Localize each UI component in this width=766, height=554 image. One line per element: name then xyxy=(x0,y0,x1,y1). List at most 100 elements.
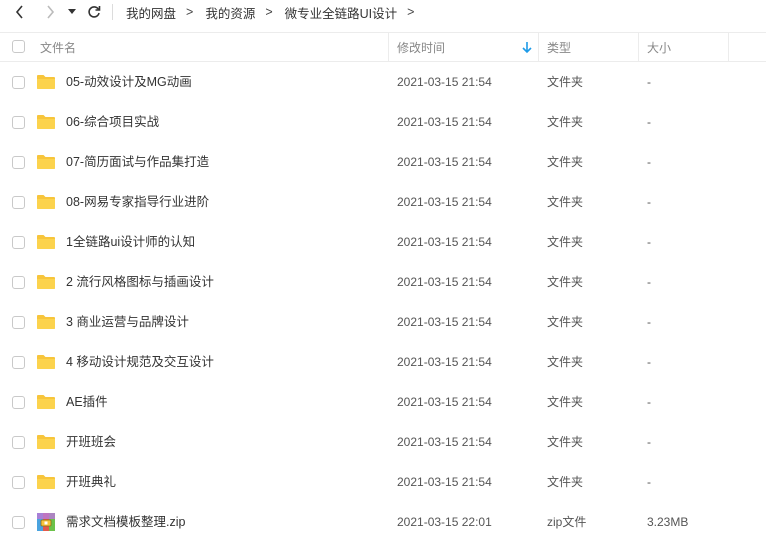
file-size: - xyxy=(647,155,651,169)
file-name[interactable]: 开班班会 xyxy=(66,422,116,462)
row-checkbox[interactable] xyxy=(12,476,25,489)
folder-icon xyxy=(37,235,55,249)
column-divider xyxy=(638,33,639,61)
file-type: 文件夹 xyxy=(547,395,584,409)
row-checkbox[interactable] xyxy=(12,516,25,529)
file-name[interactable]: 4 移动设计规范及交互设计 xyxy=(66,342,214,382)
file-size: - xyxy=(647,315,651,329)
back-button[interactable] xyxy=(10,2,30,22)
column-divider xyxy=(538,33,539,61)
row-checkbox[interactable] xyxy=(12,316,25,329)
breadcrumb-separator: > xyxy=(186,5,194,19)
row-checkbox[interactable] xyxy=(12,116,25,129)
folder-icon xyxy=(37,75,55,89)
file-row[interactable]: 需求文档模板整理.zip 2021-03-15 22:01 zip文件 3.23… xyxy=(0,502,766,542)
breadcrumb-item-my-drive[interactable]: 我的网盘 xyxy=(126,3,176,22)
row-checkbox[interactable] xyxy=(12,236,25,249)
toolbar: 我的网盘 > 我的资源 > 微专业全链路UI设计 > xyxy=(0,0,766,24)
breadcrumb-separator: > xyxy=(265,5,273,19)
row-checkbox[interactable] xyxy=(12,276,25,289)
file-name[interactable]: 06-综合项目实战 xyxy=(66,102,159,142)
file-modified-time: 2021-03-15 21:54 xyxy=(397,115,492,129)
breadcrumb-item-my-resources[interactable]: 我的资源 xyxy=(205,3,255,22)
file-modified-time: 2021-03-15 21:54 xyxy=(397,275,492,289)
refresh-icon xyxy=(88,6,101,18)
file-name[interactable]: 05-动效设计及MG动画 xyxy=(66,62,192,102)
file-modified-time: 2021-03-15 21:54 xyxy=(397,235,492,249)
file-type: 文件夹 xyxy=(547,235,584,249)
row-checkbox[interactable] xyxy=(12,356,25,369)
history-dropdown-button[interactable] xyxy=(64,2,80,22)
column-divider xyxy=(728,33,729,61)
file-modified-time: 2021-03-15 21:54 xyxy=(397,195,492,209)
file-name[interactable]: 07-简历面试与作品集打造 xyxy=(66,142,209,182)
file-type: 文件夹 xyxy=(547,475,584,489)
column-header-size[interactable]: 大小 xyxy=(647,33,671,61)
file-name[interactable]: 需求文档模板整理.zip xyxy=(66,502,185,542)
file-type: 文件夹 xyxy=(547,115,584,129)
file-row[interactable]: 开班典礼 2021-03-15 21:54 文件夹 - xyxy=(0,462,766,502)
file-row[interactable]: 3 商业运营与品牌设计 2021-03-15 21:54 文件夹 - xyxy=(0,302,766,342)
folder-icon xyxy=(37,315,55,329)
file-list: 05-动效设计及MG动画 2021-03-15 21:54 文件夹 - 06-综… xyxy=(0,62,766,542)
file-size: - xyxy=(647,275,651,289)
row-checkbox[interactable] xyxy=(12,196,25,209)
file-row[interactable]: 07-简历面试与作品集打造 2021-03-15 21:54 文件夹 - xyxy=(0,142,766,182)
column-header-mtime[interactable]: 修改时间 xyxy=(397,33,445,61)
caret-down-icon xyxy=(68,9,76,14)
file-type: 文件夹 xyxy=(547,195,584,209)
file-size: - xyxy=(647,235,651,249)
row-checkbox[interactable] xyxy=(12,436,25,449)
file-name[interactable]: 1全链路ui设计师的认知 xyxy=(66,222,195,262)
breadcrumb-item-current-folder[interactable]: 微专业全链路UI设计 xyxy=(285,3,398,22)
file-modified-time: 2021-03-15 21:54 xyxy=(397,155,492,169)
sort-down-arrow-icon[interactable] xyxy=(522,42,532,54)
column-header-type[interactable]: 类型 xyxy=(547,33,571,61)
file-row[interactable]: 06-综合项目实战 2021-03-15 21:54 文件夹 - xyxy=(0,102,766,142)
file-type: 文件夹 xyxy=(547,355,584,369)
file-size: - xyxy=(647,195,651,209)
file-row[interactable]: 开班班会 2021-03-15 21:54 文件夹 - xyxy=(0,422,766,462)
select-all-checkbox[interactable] xyxy=(12,40,25,53)
refresh-button[interactable] xyxy=(84,2,104,22)
file-name[interactable]: 开班典礼 xyxy=(66,462,116,502)
forward-button[interactable] xyxy=(40,2,60,22)
row-checkbox[interactable] xyxy=(12,156,25,169)
file-modified-time: 2021-03-15 21:54 xyxy=(397,475,492,489)
file-modified-time: 2021-03-15 21:54 xyxy=(397,435,492,449)
folder-icon xyxy=(37,475,55,489)
column-divider xyxy=(388,33,389,61)
row-checkbox[interactable] xyxy=(12,396,25,409)
file-name[interactable]: 2 流行风格图标与插画设计 xyxy=(66,262,214,302)
folder-icon xyxy=(37,275,55,289)
toolbar-divider xyxy=(112,4,113,20)
file-size: 3.23MB xyxy=(647,515,689,529)
file-name[interactable]: AE插件 xyxy=(66,382,108,422)
file-type: 文件夹 xyxy=(547,435,584,449)
row-checkbox[interactable] xyxy=(12,76,25,89)
file-size: - xyxy=(647,435,651,449)
folder-icon xyxy=(37,195,55,209)
folder-icon xyxy=(37,115,55,129)
file-row[interactable]: 1全链路ui设计师的认知 2021-03-15 21:54 文件夹 - xyxy=(0,222,766,262)
file-modified-time: 2021-03-15 22:01 xyxy=(397,515,492,529)
chevron-left-icon xyxy=(15,5,23,19)
folder-icon xyxy=(37,435,55,449)
file-row[interactable]: 4 移动设计规范及交互设计 2021-03-15 21:54 文件夹 - xyxy=(0,342,766,382)
file-modified-time: 2021-03-15 21:54 xyxy=(397,75,492,89)
file-type: 文件夹 xyxy=(547,155,584,169)
file-size: - xyxy=(647,75,651,89)
folder-icon xyxy=(37,395,55,409)
folder-icon xyxy=(37,155,55,169)
file-list-header: 文件名 修改时间 类型 大小 xyxy=(0,32,766,62)
file-row[interactable]: 2 流行风格图标与插画设计 2021-03-15 21:54 文件夹 - xyxy=(0,262,766,302)
file-name[interactable]: 3 商业运营与品牌设计 xyxy=(66,302,189,342)
breadcrumb-separator: > xyxy=(407,5,415,19)
breadcrumb: 我的网盘 > 我的资源 > 微专业全链路UI设计 > xyxy=(126,0,426,24)
file-name[interactable]: 08-网易专家指导行业进阶 xyxy=(66,182,209,222)
file-row[interactable]: AE插件 2021-03-15 21:54 文件夹 - xyxy=(0,382,766,422)
file-row[interactable]: 08-网易专家指导行业进阶 2021-03-15 21:54 文件夹 - xyxy=(0,182,766,222)
file-row[interactable]: 05-动效设计及MG动画 2021-03-15 21:54 文件夹 - xyxy=(0,62,766,102)
file-type: 文件夹 xyxy=(547,275,584,289)
column-header-name[interactable]: 文件名 xyxy=(40,33,76,61)
